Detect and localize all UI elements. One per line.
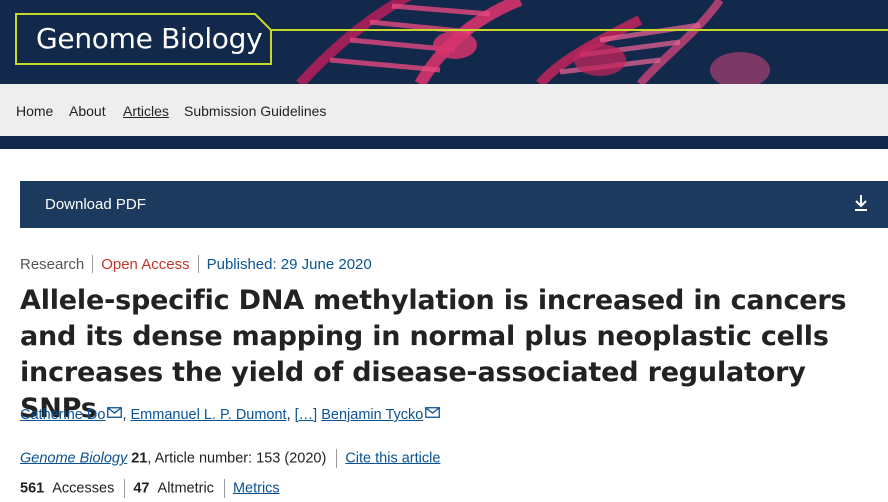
download-pdf-label: Download PDF [45, 196, 146, 213]
email-icon[interactable] [425, 407, 441, 418]
divider [223, 479, 225, 498]
cite-this-article-link[interactable]: Cite this article [345, 450, 440, 466]
volume: 21 [131, 450, 148, 467]
accesses-count: 561 [20, 480, 45, 497]
nav-submission-guidelines[interactable]: Submission Guidelines [184, 103, 326, 119]
nav-home[interactable]: Home [16, 103, 53, 119]
article-meta: Research Open Access Published: 29 June 20… [20, 255, 372, 274]
altmetric-count: 47 [133, 480, 150, 497]
open-access-badge: Open Access [101, 255, 190, 273]
citation-line: Genome Biology 21, Article number: 153 (… [20, 449, 440, 468]
download-pdf-button[interactable]: Download PDF [20, 181, 888, 228]
author-link[interactable]: Catherine Do [20, 407, 105, 423]
accesses-label: Accesses [52, 480, 115, 497]
article-number: , Article number: 153 (2020) [147, 450, 327, 467]
divider [336, 449, 338, 468]
nav-articles[interactable]: Articles [123, 103, 169, 119]
main-nav: Home About Articles Submission Guideline… [0, 84, 888, 136]
altmetric-label: Altmetric [157, 480, 214, 497]
nav-divider [0, 136, 888, 149]
article-type: Research [20, 255, 85, 273]
author-list: Catherine Do, Emmanuel L. P. Dumont, […]… [20, 407, 441, 423]
journal-logo[interactable]: Genome Biology [36, 22, 263, 55]
metrics-link[interactable]: Metrics [233, 480, 280, 496]
divider [197, 255, 199, 274]
metrics-line: 561 Accesses 47 Altmetric Metrics [20, 479, 280, 498]
divider [124, 479, 126, 498]
email-icon[interactable] [107, 407, 123, 418]
author-link[interactable]: Benjamin Tycko [321, 407, 423, 423]
download-icon [855, 195, 867, 211]
journal-link[interactable]: Genome Biology [20, 450, 127, 466]
nav-about[interactable]: About [69, 103, 106, 119]
divider [92, 255, 94, 274]
article-title: Allele-specific DNA methylation is incre… [20, 285, 847, 424]
header-banner: Genome Biology [0, 0, 888, 84]
author-link[interactable]: Emmanuel L. P. Dumont [131, 407, 287, 423]
published-date: Published: 29 June 2020 [206, 255, 372, 273]
expand-authors-link[interactable]: […] [295, 407, 318, 423]
